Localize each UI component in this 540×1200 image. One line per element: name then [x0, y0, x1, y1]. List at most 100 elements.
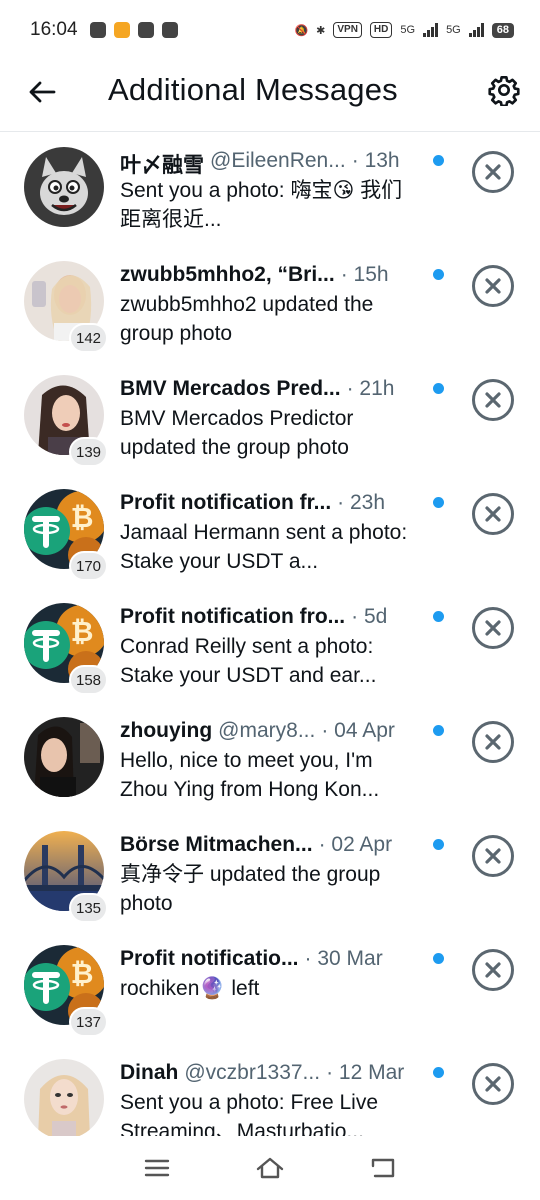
- message-header: zwubb5mhho2, “Bri... 15h: [120, 263, 420, 287]
- dismiss-button[interactable]: [472, 949, 514, 991]
- participant-count-badge: 142: [69, 323, 109, 353]
- sender-name: 叶〆融雪: [120, 154, 204, 177]
- avatar[interactable]: [24, 1059, 104, 1139]
- unread-dot: [433, 611, 444, 622]
- avatar[interactable]: [24, 717, 104, 797]
- participant-count-badge: 135: [69, 893, 109, 923]
- system-nav-bar: [0, 1136, 540, 1200]
- svg-text:₿: ₿: [71, 957, 94, 990]
- settings-button[interactable]: [486, 72, 522, 108]
- dismiss-button[interactable]: [472, 151, 514, 193]
- dismiss-button[interactable]: [472, 493, 514, 535]
- system-indicators: 🔕 ✱ VPN HD 5G 5G 68: [294, 22, 514, 38]
- bluetooth-icon: ✱: [316, 24, 326, 37]
- close-icon: [485, 620, 501, 636]
- unread-dot: [433, 725, 444, 736]
- wechat-icon: [89, 22, 106, 38]
- dismiss-button[interactable]: [472, 379, 514, 421]
- arrow-left-icon: [29, 81, 56, 103]
- message-preview: Jamaal Hermann sent a photo: Stake your …: [120, 521, 408, 573]
- close-icon: [485, 1076, 501, 1092]
- notification-icons: [89, 22, 178, 38]
- message-preview: Sent you a photo: 嗨宝😘 我们距离很近...: [120, 179, 403, 231]
- sender-name: Dinah: [120, 1061, 179, 1084]
- dismiss-button[interactable]: [472, 835, 514, 877]
- dismiss-button[interactable]: [472, 265, 514, 307]
- message-header: Profit notificatio... 30 Mar: [120, 947, 420, 971]
- unread-dot: [433, 497, 444, 508]
- message-time: 15h: [341, 263, 389, 287]
- message-list: 叶〆融雪 @EileenRen... 13hSent you a photo: 嗨宝…: [0, 133, 540, 1159]
- hd-indicator: HD: [369, 22, 393, 38]
- home-button[interactable]: [250, 1148, 290, 1188]
- back-button[interactable]: [24, 74, 60, 110]
- gear-icon: [488, 76, 520, 106]
- close-icon: [485, 392, 501, 408]
- back-nav-button[interactable]: [363, 1148, 403, 1188]
- unread-dot: [433, 155, 444, 166]
- participant-count-badge: 137: [69, 1007, 109, 1037]
- battery-indicator: 68: [491, 22, 514, 38]
- sender-name: BMV Mercados Pred...: [120, 377, 341, 400]
- message-row[interactable]: 135 Börse Mitmachen... 02 Apr 真净令子 updated …: [0, 817, 540, 931]
- message-row[interactable]: zhouying@mary8...04 Apr Hello, nice to me…: [0, 703, 540, 817]
- unread-dot: [433, 839, 444, 850]
- close-icon: [485, 734, 501, 750]
- sender-name: zhouying: [120, 719, 213, 742]
- message-preview: 真净令子 updated the group photo: [120, 863, 381, 915]
- message-header: 叶〆融雪 @EileenRen... 13h: [120, 149, 420, 179]
- message-row[interactable]: 叶〆融雪 @EileenRen... 13hSent you a photo: 嗨宝…: [0, 133, 540, 247]
- message-preview: rochiken🔮 left: [120, 977, 260, 1000]
- signal-icon: [423, 23, 439, 37]
- dismiss-button[interactable]: [472, 721, 514, 763]
- message-row[interactable]: ₿ 158 Profit notification fro...5d Conrad R…: [0, 589, 540, 703]
- message-header: Dinah@vczbr1337...12 Mar: [120, 1061, 420, 1085]
- message-preview: Hello, nice to meet you, I'm Zhou Ying f…: [120, 749, 380, 801]
- sender-name: Börse Mitmachen...: [120, 833, 313, 856]
- page-title: Additional Messages: [108, 72, 398, 107]
- back-nav-icon: [372, 1158, 395, 1178]
- message-row[interactable]: 142 zwubb5mhho2, “Bri... 15h zwubb5mhho2 up…: [0, 247, 540, 361]
- menu-icon: [144, 1159, 169, 1177]
- message-row[interactable]: ₿ 170 Profit notification fr...23h Jamaal H…: [0, 475, 540, 589]
- message-row[interactable]: ₿ 137 Profit notificatio... 30 Mar rochiken🔮…: [0, 931, 540, 1045]
- message-time: 5d: [351, 605, 387, 629]
- unread-dot: [433, 269, 444, 280]
- svg-text:₿: ₿: [71, 501, 94, 534]
- svg-text:₿: ₿: [71, 615, 94, 648]
- message-header: Börse Mitmachen... 02 Apr: [120, 833, 420, 857]
- unread-dot: [433, 953, 444, 964]
- mute-icon: 🔕: [294, 24, 309, 37]
- sender-name: Profit notification fr...: [120, 491, 332, 514]
- home-icon: [256, 1157, 284, 1179]
- close-icon: [485, 962, 501, 978]
- participant-count-badge: 170: [69, 551, 109, 581]
- close-icon: [485, 164, 501, 180]
- message-time: 02 Apr: [319, 833, 392, 857]
- translate-icon: [161, 22, 178, 38]
- message-time: 12 Mar: [326, 1061, 404, 1085]
- sender-name: zwubb5mhho2, “Bri...: [120, 263, 335, 286]
- cloud-icon: [137, 22, 154, 38]
- message-row[interactable]: 139BMV Mercados Pred...21hBMV Mercados P…: [0, 361, 540, 475]
- header: Additional Messages: [0, 60, 540, 132]
- sender-name: Profit notification fro...: [120, 605, 346, 628]
- message-preview: zwubb5mhho2 updated the group photo: [120, 293, 374, 345]
- participant-count-badge: 158: [69, 665, 109, 695]
- close-icon: [485, 506, 501, 522]
- avatar[interactable]: [24, 147, 104, 227]
- message-preview: BMV Mercados Predictor updated the group…: [120, 407, 354, 459]
- message-header: Profit notification fro...5d: [120, 605, 420, 629]
- message-time: 30 Mar: [305, 947, 382, 971]
- network-5g-1: 5G: [400, 24, 416, 36]
- sender-handle: @EileenRen...: [210, 149, 346, 172]
- menu-button[interactable]: [137, 1148, 177, 1188]
- close-icon: [485, 848, 501, 864]
- message-time: 13h: [352, 149, 400, 179]
- participant-count-badge: 139: [69, 437, 109, 467]
- status-bar: 16:04 🔕 ✱ VPN HD 5G 5G 68: [0, 0, 540, 60]
- dismiss-button[interactable]: [472, 1063, 514, 1105]
- close-icon: [485, 278, 501, 294]
- status-time: 16:04: [30, 19, 78, 40]
- dismiss-button[interactable]: [472, 607, 514, 649]
